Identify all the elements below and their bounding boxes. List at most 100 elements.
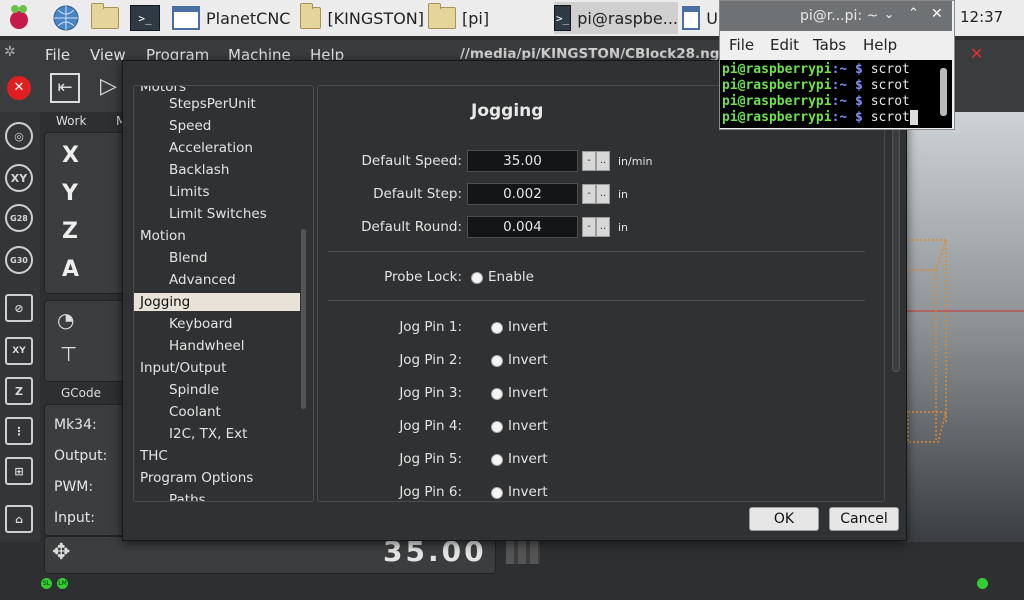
terminal-menu-edit[interactable]: Edit [770,36,799,54]
taskbar-kingston[interactable]: [KINGSTON] [300,2,424,34]
minus-button[interactable]: - [582,184,596,204]
more-button[interactable]: .. [596,184,610,204]
file-manager-icon[interactable] [91,2,121,34]
axis-y[interactable]: Y [62,181,78,206]
taskbar-window-u[interactable]: U [682,2,718,34]
tree-item-backlash[interactable]: Backlash [169,161,229,179]
jog-pin-6-invert[interactable]: Invert [508,484,548,500]
close-icon[interactable]: ✕ [931,6,943,22]
terminal-titlebar[interactable]: pi@r...pi: ~ ⌄ ⌃ ✕ [720,1,952,31]
move-icon[interactable]: ✥ [52,540,70,565]
close-icon[interactable]: ✕ [970,44,983,63]
jog-pin-5-invert[interactable]: Invert [508,451,548,467]
tree-item-i2c[interactable]: I2C, TX, Ext [169,425,247,443]
3d-view[interactable] [900,112,1024,542]
menu-file[interactable]: File [45,46,70,64]
browser-icon[interactable] [52,2,82,34]
tree-item-program-options[interactable]: Program Options [140,469,253,487]
terminal-menu-file[interactable]: File [729,36,754,54]
maximize-icon[interactable]: ⌃ [908,6,919,21]
jog-pin-3-invert[interactable]: Invert [508,385,548,401]
tree-item-jogging[interactable]: Jogging [134,293,300,311]
tree-item-handwheel[interactable]: Handwheel [169,337,245,355]
gear-icon[interactable]: ✲ [4,44,16,60]
g30-icon[interactable]: G30 [5,246,33,274]
taskbar-pi[interactable]: [pi] [428,2,548,34]
tree-item-paths[interactable]: Paths [169,491,206,501]
terminal-menu-help[interactable]: Help [863,36,897,54]
home-target-icon[interactable]: ◎ [5,122,33,150]
tree-scrollbar[interactable] [301,229,306,409]
terminal-launcher-icon[interactable]: >_ [130,2,164,34]
jog-pin-2-invert-radio[interactable] [491,355,503,367]
unit-step: in [618,188,629,201]
tree-item-input-output[interactable]: Input/Output [140,359,226,377]
tree-item-thc[interactable]: THC [140,447,168,465]
exit-icon[interactable]: ⇤ [50,73,80,103]
home-icon[interactable]: ⌂ [5,505,33,533]
jog-pin-3-invert-radio[interactable] [491,388,503,400]
speed-slider[interactable] [506,540,540,564]
minus-button[interactable]: - [582,217,596,237]
tree-item-stepsperunit[interactable]: StepsPerUnit [169,95,256,113]
divider [328,251,865,252]
g28-icon[interactable]: G28 [5,204,33,232]
axis-z[interactable]: Z [62,219,78,244]
terminal-cursor: _ [909,110,918,125]
default-speed-spin[interactable]: -.. [582,151,610,171]
tool-length-icon[interactable]: ⊞ [5,457,33,485]
unit-speed: in/min [618,155,653,168]
more-button[interactable]: .. [596,151,610,171]
jog-pin-4-invert-radio[interactable] [491,421,503,433]
jog-pin-4-invert[interactable]: Invert [508,418,548,434]
tree-item-spindle[interactable]: Spindle [169,381,219,399]
tree-item-acceleration[interactable]: Acceleration [169,139,253,157]
default-step-spin[interactable]: -.. [582,184,610,204]
tree-item-coolant[interactable]: Coolant [169,403,221,421]
axis-x[interactable]: X [62,143,79,168]
content-scrollbar[interactable] [892,90,900,372]
tree-item-limit-switches[interactable]: Limit Switches [169,205,267,223]
chevron-down-icon[interactable]: ⌄ [884,7,894,21]
default-round-input[interactable]: 0.004 [467,216,578,238]
terminal-menu-tabs[interactable]: Tabs [813,36,846,54]
jog-pin-1-invert-radio[interactable] [491,322,503,334]
label-default-round: Default Round: [361,219,462,235]
tree-item-blend[interactable]: Blend [169,249,207,267]
tree-item-speed[interactable]: Speed [169,117,211,135]
ruler-icon[interactable]: ⋮ [5,417,33,445]
tree-item-keyboard[interactable]: Keyboard [169,315,232,333]
probe-lock-radio[interactable] [471,272,483,284]
jog-pin-6-invert-radio[interactable] [491,487,503,499]
default-step-input[interactable]: 0.002 [467,183,578,205]
taskbar-planetcnc[interactable]: PlanetCNC [172,2,294,34]
axis-a[interactable]: A [62,257,79,282]
tree-item-limits[interactable]: Limits [169,183,210,201]
play-icon[interactable]: ▷ [100,74,117,99]
xy-measure-icon[interactable]: XY [5,337,33,365]
menu-view[interactable]: View [90,46,126,64]
raspberry-menu-icon[interactable] [6,2,36,34]
xy-target-icon[interactable]: XY [5,164,33,192]
probe-lock-option[interactable]: Enable [488,269,534,285]
default-speed-input[interactable]: 35.00 [467,150,578,172]
z-measure-icon[interactable]: Z [5,377,33,405]
settings-tree[interactable]: Motors StepsPerUnit Speed Acceleration B… [133,85,314,502]
jog-pin-2-invert[interactable]: Invert [508,352,548,368]
estop-icon[interactable]: ✕ [7,76,31,100]
tree-item-advanced[interactable]: Advanced [169,271,236,289]
cancel-button[interactable]: Cancel [829,507,899,531]
measure-icon[interactable]: ⊘ [5,294,33,322]
more-button[interactable]: .. [596,217,610,237]
jog-pin-5-invert-radio[interactable] [491,454,503,466]
tab-work[interactable]: Work [56,114,86,128]
taskbar-terminal[interactable]: >_ pi@raspbe... [554,2,678,34]
default-round-spin[interactable]: -.. [582,217,610,237]
status-led-lm: LM [57,578,68,589]
tree-item-motion[interactable]: Motion [140,227,186,245]
jog-pin-1-invert[interactable]: Invert [508,319,548,335]
terminal-scrollbar[interactable] [940,68,947,116]
ok-button[interactable]: OK [749,507,819,531]
minus-button[interactable]: - [582,151,596,171]
tab-gcode[interactable]: GCode [61,386,101,400]
